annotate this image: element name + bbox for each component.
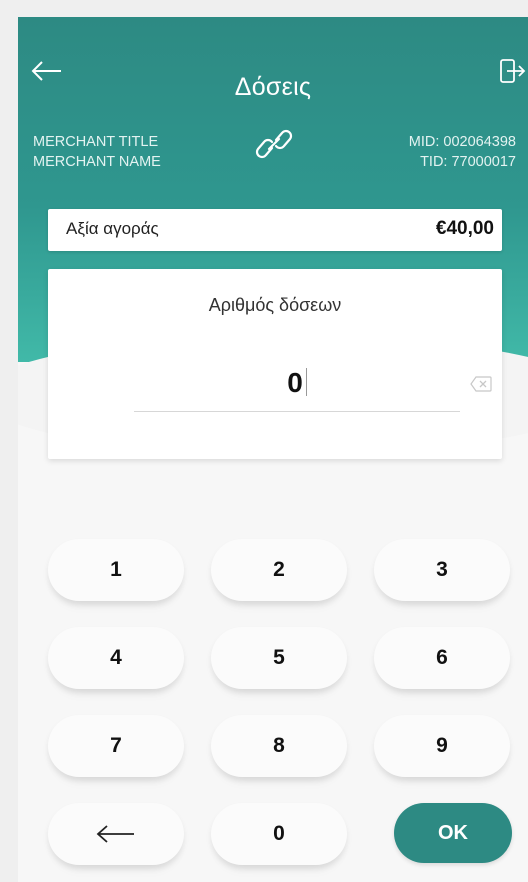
purchase-amount-label: Αξία αγοράς [66, 219, 159, 238]
key-6[interactable]: 6 [374, 627, 510, 689]
key-5[interactable]: 5 [211, 627, 347, 689]
installments-card: Αριθμός δόσεων 0 [48, 269, 502, 459]
terminal-info: MID: 002064398 TID: 77000017 [409, 132, 516, 172]
exit-door-icon[interactable] [498, 57, 526, 85]
installments-input[interactable]: 0 [134, 361, 460, 412]
key-0[interactable]: 0 [211, 803, 347, 865]
terminal-id: TID: 77000017 [420, 154, 516, 170]
text-caret [305, 368, 307, 396]
merchant-name: MERCHANT NAME [33, 154, 161, 170]
purchase-amount-row: Αξία αγοράς €40,00 [48, 209, 502, 251]
purchase-amount-value: €40,00 [435, 218, 494, 239]
key-4[interactable]: 4 [48, 627, 184, 689]
key-3[interactable]: 3 [374, 539, 510, 601]
installments-value: 0 [287, 367, 303, 398]
key-9[interactable]: 9 [374, 715, 510, 777]
installments-label: Αριθμός δόσεων [208, 295, 342, 315]
merchant-id: MID: 002064398 [408, 134, 516, 150]
key-8[interactable]: 8 [211, 715, 347, 777]
ok-button[interactable]: OK [394, 803, 512, 863]
page-title: Δόσεις [234, 73, 312, 101]
backspace-clear-icon[interactable] [470, 376, 492, 392]
installments-screen: Δόσεις MERCHANT TITLE MERCHANT NAME MID:… [18, 17, 528, 882]
merchant-info: MERCHANT TITLE MERCHANT NAME [33, 132, 161, 172]
merchant-title: MERCHANT TITLE [33, 134, 159, 150]
key-7[interactable]: 7 [48, 715, 184, 777]
key-1[interactable]: 1 [48, 539, 184, 601]
key-2[interactable]: 2 [211, 539, 347, 601]
top-bar: Δόσεις [18, 47, 528, 101]
keypad-back-button[interactable] [48, 803, 184, 865]
arrow-left-icon [96, 825, 134, 844]
link-icon[interactable] [254, 122, 294, 166]
